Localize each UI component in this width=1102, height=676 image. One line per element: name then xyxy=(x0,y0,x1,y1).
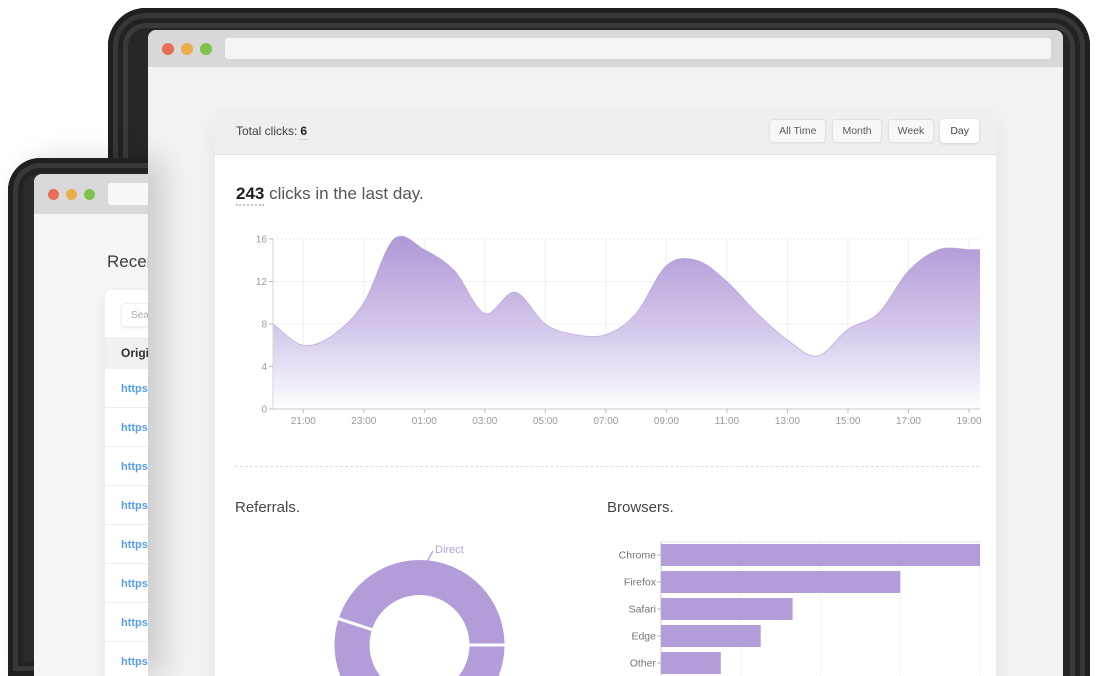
traffic-light-zoom[interactable] xyxy=(200,43,212,55)
analytics-page: Total clicks:6 All TimeMonth WeekDay 243 … xyxy=(148,67,1063,676)
svg-text:19:00: 19:00 xyxy=(956,416,981,427)
analytics-card-body: 243 clicks in the last day. 0 4 8 12 16 21:00… xyxy=(215,155,996,676)
original-url-link[interactable]: https:// xyxy=(121,578,148,590)
svg-text:12: 12 xyxy=(256,277,268,288)
back-browser: Recent Original https://https://https://… xyxy=(34,174,148,676)
svg-text:07:00: 07:00 xyxy=(593,416,618,427)
svg-text:11:00: 11:00 xyxy=(715,416,740,427)
traffic-light-minimize[interactable] xyxy=(181,43,193,55)
table-row: https:// xyxy=(105,486,148,525)
referrals-title: Referrals. xyxy=(235,499,300,516)
recent-heading: Recent xyxy=(107,252,148,272)
links-table-card: Original https://https://https://https:/… xyxy=(105,290,148,676)
front-browser: Total clicks:6 All TimeMonth WeekDay 243 … xyxy=(148,30,1063,676)
table-header-original: Original xyxy=(105,337,148,369)
analytics-card: Total clicks:6 All TimeMonth WeekDay 243 … xyxy=(215,108,996,676)
total-clicks-value: 6 xyxy=(300,124,307,140)
clicks-area-chart: 0 4 8 12 16 21:00 23:00 01:00 03:00 05:00 07:00 09:… xyxy=(253,231,983,431)
table-row: https:// xyxy=(105,525,148,564)
clicks-headline: 243 clicks in the last day. xyxy=(236,184,424,204)
original-url-link[interactable]: https:// xyxy=(121,539,148,551)
svg-text:Direct: Direct xyxy=(435,544,464,556)
analytics-card-header: Total clicks:6 All TimeMonth WeekDay xyxy=(215,108,996,155)
front-browser-window: Total clicks:6 All TimeMonth WeekDay 243 … xyxy=(108,8,1090,676)
back-browser-frame: Recent Original https://https://https://… xyxy=(8,158,148,676)
back-browser-window: Recent Original https://https://https://… xyxy=(8,158,148,676)
traffic-lights xyxy=(48,189,95,200)
original-url-link[interactable]: https:// xyxy=(121,656,148,668)
range-button-day[interactable]: Day xyxy=(940,119,979,143)
svg-text:03:00: 03:00 xyxy=(472,416,497,427)
clicks-headline-text: clicks in the last day. xyxy=(264,184,423,203)
svg-text:13:00: 13:00 xyxy=(775,416,800,427)
table-row: https:// xyxy=(105,408,148,447)
links-table-rows: https:// https:// https:// https:// https://… xyxy=(105,369,148,676)
svg-text:23:00: 23:00 xyxy=(351,416,376,427)
svg-text:16: 16 xyxy=(256,235,268,246)
traffic-light-minimize[interactable] xyxy=(66,189,77,200)
original-url-link[interactable]: https:// xyxy=(121,617,148,629)
clicks-count: 243 xyxy=(236,184,264,206)
original-url-link[interactable]: https:// xyxy=(121,422,148,434)
svg-text:15:00: 15:00 xyxy=(835,416,860,427)
svg-text:Other: Other xyxy=(630,658,657,670)
total-clicks-label: Total clicks: xyxy=(236,124,297,138)
table-row: https:// xyxy=(105,603,148,642)
svg-text:8: 8 xyxy=(261,320,267,331)
traffic-light-close[interactable] xyxy=(162,43,174,55)
svg-text:Edge: Edge xyxy=(631,631,656,643)
svg-text:Safari: Safari xyxy=(629,604,656,616)
browsers-bar-chart: Chrome Firefox Safari Edge Other xyxy=(600,532,996,676)
original-url-link[interactable]: https:// xyxy=(121,500,148,512)
svg-text:4: 4 xyxy=(261,362,267,373)
svg-text:05:00: 05:00 xyxy=(533,416,558,427)
svg-text:17:00: 17:00 xyxy=(896,416,921,427)
browsers-title: Browsers. xyxy=(607,499,674,516)
url-bar[interactable] xyxy=(108,183,148,205)
svg-text:Chrome: Chrome xyxy=(619,550,657,562)
svg-text:21:00: 21:00 xyxy=(291,416,316,427)
total-clicks: Total clicks:6 xyxy=(236,124,307,138)
range-buttons: All TimeMonth WeekDay xyxy=(769,119,979,143)
table-row: https:// xyxy=(105,447,148,486)
referrals-donut-chart: Direct xyxy=(327,527,517,676)
traffic-lights xyxy=(162,43,212,55)
range-button-all-time[interactable]: All Time xyxy=(769,119,826,143)
url-bar[interactable] xyxy=(225,38,1051,59)
original-url-link[interactable]: https:// xyxy=(121,461,148,473)
search-input[interactable] xyxy=(121,303,148,327)
original-url-link[interactable]: https:// xyxy=(121,383,148,395)
table-row: https:// xyxy=(105,642,148,676)
svg-text:01:00: 01:00 xyxy=(412,416,437,427)
traffic-light-zoom[interactable] xyxy=(84,189,95,200)
section-divider xyxy=(235,466,979,467)
front-browser-chrome xyxy=(148,30,1063,67)
svg-text:09:00: 09:00 xyxy=(654,416,679,427)
range-button-week[interactable]: Week xyxy=(888,119,935,143)
svg-text:0: 0 xyxy=(261,405,267,416)
desktop-canvas: Total clicks:6 All TimeMonth WeekDay 243 … xyxy=(0,0,1102,676)
range-button-month[interactable]: Month xyxy=(832,119,881,143)
svg-text:Firefox: Firefox xyxy=(624,577,657,589)
table-row: https:// xyxy=(105,564,148,603)
recent-links-page: Recent Original https://https://https://… xyxy=(34,214,148,676)
table-row: https:// xyxy=(105,369,148,408)
back-browser-chrome xyxy=(34,174,148,214)
traffic-light-close[interactable] xyxy=(48,189,59,200)
